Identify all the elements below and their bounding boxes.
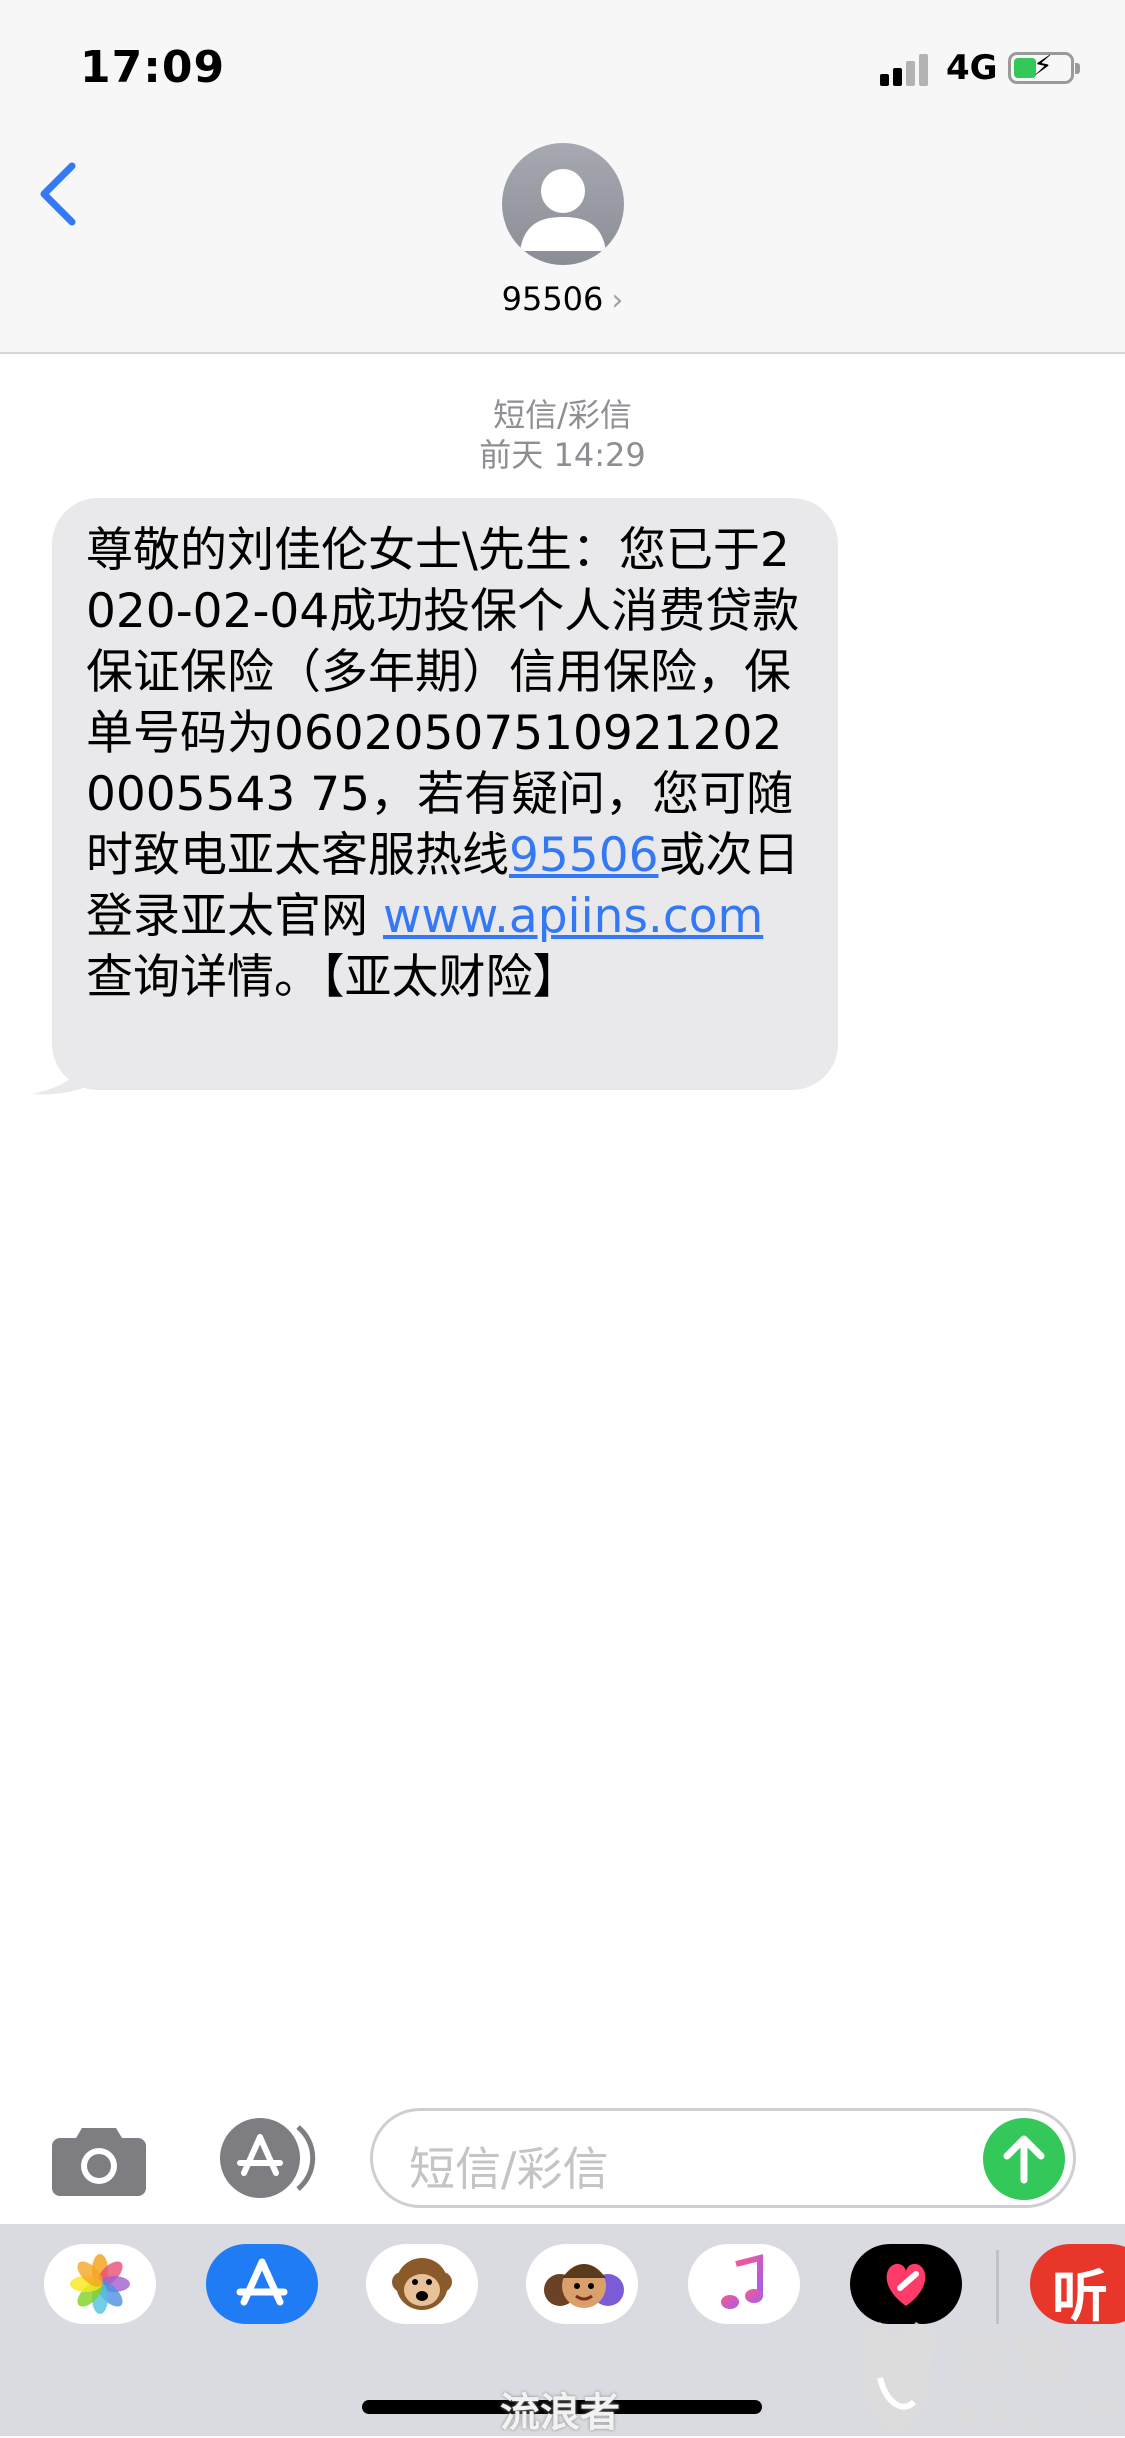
status-time: 17:09 [80, 42, 226, 93]
message-bubble[interactable]: 尊敬的刘佳伦女士\先生：您已于2020-02-04成功投保个人消费贷款保证保险（… [52, 498, 838, 1090]
network-type: 4G [946, 48, 998, 88]
animoji-app[interactable] [366, 2244, 478, 2324]
send-button[interactable] [983, 2118, 1065, 2200]
message-text: 查询详情。【亚太财险】 [86, 950, 580, 1005]
url-link[interactable]: www.apiins.com [383, 889, 763, 944]
message-timestamp: 前天 14:29 [479, 436, 646, 474]
chevron-left-icon [40, 162, 76, 226]
apps-button[interactable] [212, 2117, 316, 2199]
digital-touch-app[interactable] [850, 2244, 962, 2324]
app-store-app[interactable] [206, 2244, 318, 2324]
photos-icon [70, 2254, 130, 2314]
svg-text:BLACK CAT: BLACK CAT [948, 2400, 1120, 2433]
phone-link[interactable]: 95506 [509, 828, 659, 883]
memoji-app[interactable] [526, 2244, 638, 2324]
camera-icon [52, 2128, 146, 2196]
music-icon [721, 2254, 763, 2309]
back-button[interactable] [30, 158, 90, 228]
contact-name-row[interactable]: 95506 › [0, 280, 1125, 318]
contact-name: 95506 [501, 280, 604, 318]
message-input-placeholder: 短信/彩信 [409, 2142, 609, 2196]
animoji-icon [392, 2258, 452, 2310]
signal-strength-icon [880, 52, 932, 86]
digital-touch-icon [886, 2263, 926, 2306]
black-cat-logo: 黑猫 BLACK CAT [860, 2322, 1120, 2433]
arrow-up-icon [1003, 2135, 1045, 2184]
svg-text:黑猫: 黑猫 [954, 2326, 1070, 2394]
chevron-right-icon: › [611, 283, 624, 318]
battery-icon: ⚡ [1008, 49, 1080, 84]
music-app[interactable] [688, 2244, 800, 2324]
message-input[interactable]: 短信/彩信 [370, 2108, 1076, 2208]
drawer-divider [996, 2250, 999, 2324]
contact-avatar[interactable] [502, 143, 624, 265]
app-store-icon [220, 2118, 316, 2198]
person-icon [520, 169, 606, 251]
camera-button[interactable] [52, 2122, 146, 2196]
conversation-header: 17:09 4G ⚡ 95506 › [0, 0, 1125, 354]
memoji-icon [544, 2264, 624, 2308]
photos-app[interactable] [44, 2244, 156, 2324]
app-store-icon [236, 2258, 288, 2306]
watermark-text: 流浪者 [500, 2390, 620, 2436]
listen-app[interactable]: 听 [1030, 2244, 1125, 2330]
